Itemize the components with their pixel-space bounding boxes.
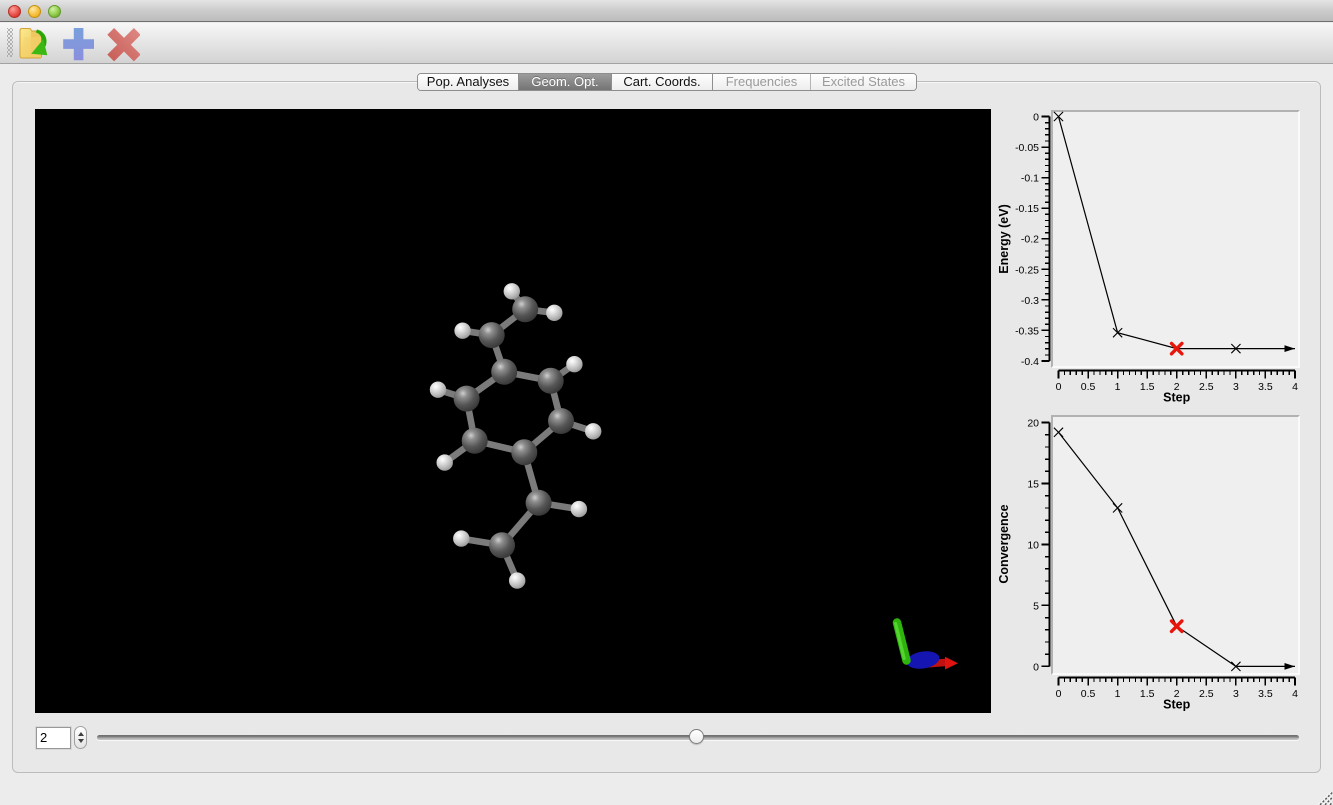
svg-text:-0.05: -0.05 xyxy=(1015,142,1039,154)
svg-text:-0.1: -0.1 xyxy=(1021,173,1039,185)
svg-text:0.5: 0.5 xyxy=(1081,381,1096,393)
svg-text:-0.2: -0.2 xyxy=(1021,234,1039,246)
svg-text:0: 0 xyxy=(1033,661,1039,673)
svg-text:-0.15: -0.15 xyxy=(1015,203,1039,215)
svg-text:0: 0 xyxy=(1056,688,1062,700)
svg-text:1: 1 xyxy=(1115,381,1121,393)
svg-text:-0.4: -0.4 xyxy=(1021,356,1039,368)
svg-text:-0.25: -0.25 xyxy=(1015,264,1039,276)
svg-text:0: 0 xyxy=(1056,381,1062,393)
svg-text:4: 4 xyxy=(1292,381,1298,393)
svg-text:3: 3 xyxy=(1233,381,1239,393)
svg-text:1: 1 xyxy=(1115,688,1121,700)
svg-text:10: 10 xyxy=(1027,540,1039,552)
svg-text:4: 4 xyxy=(1292,688,1298,700)
svg-text:20: 20 xyxy=(1027,418,1039,430)
svg-text:0.5: 0.5 xyxy=(1081,688,1096,700)
svg-text:0: 0 xyxy=(1033,112,1039,124)
svg-text:5: 5 xyxy=(1033,600,1039,612)
svg-text:Step: Step xyxy=(1163,698,1190,712)
svg-text:Step: Step xyxy=(1163,391,1190,405)
svg-text:2.5: 2.5 xyxy=(1199,688,1214,700)
svg-text:Convergence: Convergence xyxy=(997,504,1011,583)
svg-text:3.5: 3.5 xyxy=(1258,688,1273,700)
svg-text:15: 15 xyxy=(1027,479,1039,491)
svg-text:1.5: 1.5 xyxy=(1140,688,1155,700)
svg-text:-0.3: -0.3 xyxy=(1021,295,1039,307)
svg-text:-0.35: -0.35 xyxy=(1015,325,1039,337)
svg-text:3: 3 xyxy=(1233,688,1239,700)
svg-text:2.5: 2.5 xyxy=(1199,381,1214,393)
svg-text:3.5: 3.5 xyxy=(1258,381,1273,393)
svg-text:Energy (eV): Energy (eV) xyxy=(997,204,1011,273)
svg-text:1.5: 1.5 xyxy=(1140,381,1155,393)
